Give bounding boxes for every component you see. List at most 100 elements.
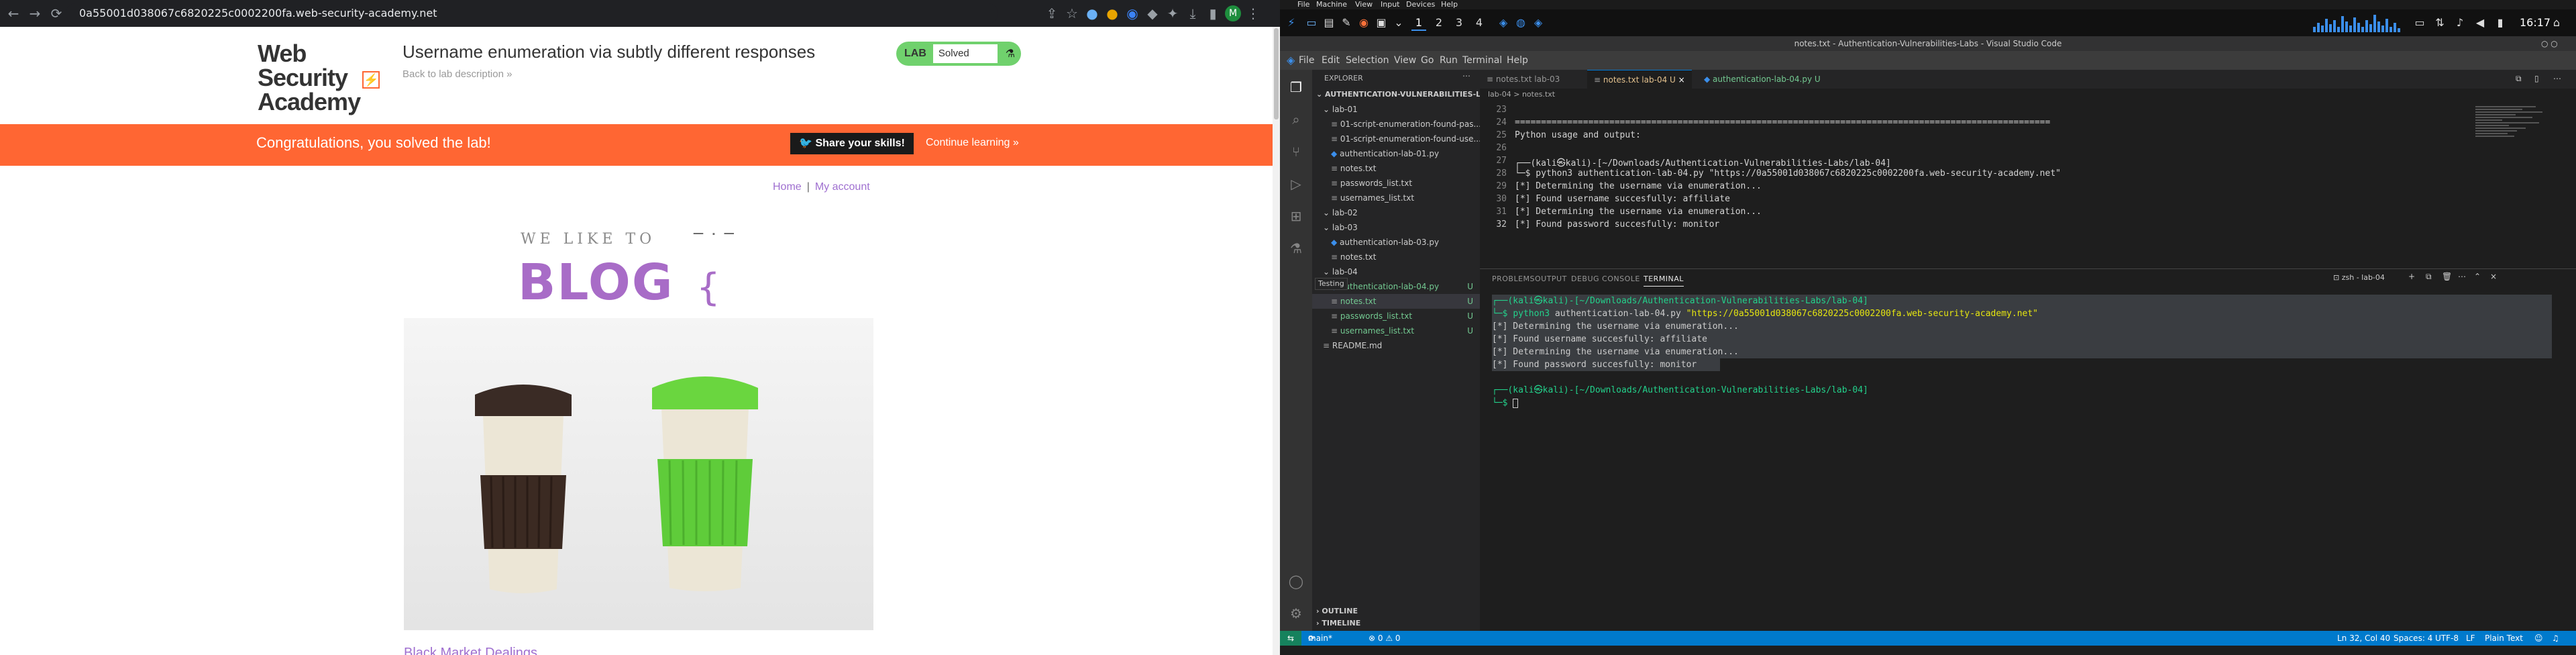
tree-file[interactable]: ≡ passwords_list.txt U (1312, 309, 1480, 323)
menu-terminal[interactable]: Terminal (1462, 51, 1502, 70)
scrollbar-thumb[interactable] (1274, 28, 1279, 119)
tree-file[interactable]: ≡ README.md (1312, 338, 1480, 353)
code-editor[interactable]: 23 24 ====================================… (1480, 101, 2576, 244)
line-ending[interactable]: LF (2466, 631, 2475, 646)
extensions-icon[interactable]: ⊞ (1288, 208, 1304, 224)
download-icon[interactable]: ⤓ (1185, 5, 1201, 21)
extension-icon[interactable]: ● (1084, 5, 1100, 21)
tab-terminal[interactable]: TERMINAL (1644, 274, 1684, 287)
vm-menu-devices[interactable]: Devices (1406, 0, 1435, 9)
new-terminal-icon[interactable]: + (2408, 272, 2415, 281)
bookmark-star-icon[interactable]: ☆ (1064, 5, 1080, 21)
display-icon[interactable]: ▭ (2412, 15, 2427, 31)
maximize-panel-icon[interactable]: ⌃ (2474, 272, 2481, 281)
extension-icon[interactable]: ● (1104, 5, 1120, 21)
forward-arrow-icon[interactable]: → (27, 5, 43, 21)
account-icon[interactable]: ◯ (1288, 573, 1304, 589)
workspace-4[interactable]: 4 (1472, 15, 1487, 31)
git-branch[interactable]: ⑂ main* ⟳ (1308, 631, 1332, 646)
bell-icon[interactable]: ♪ (2453, 15, 2467, 31)
lock-icon[interactable]: ⌂ (2549, 15, 2564, 31)
gear-icon[interactable]: ⚙ (1288, 605, 1304, 621)
chrome-task-icon[interactable]: ◍ (1513, 15, 1528, 31)
workspace-2[interactable]: 2 (1432, 15, 1446, 31)
tab-notes-lab-04[interactable]: ≡ notes.txt lab-04 U × (1587, 70, 1692, 89)
vm-menu-machine[interactable]: Machine (1316, 0, 1347, 9)
tree-folder[interactable]: ⌄ lab-03 (1312, 220, 1480, 235)
tab-debug-console[interactable]: DEBUG CONSOLE (1571, 274, 1640, 283)
menu-help[interactable]: Help (1507, 51, 1528, 70)
battery-icon[interactable]: ▮ (2493, 15, 2508, 31)
close-panel-icon[interactable]: × (2490, 272, 2497, 281)
tree-folder[interactable]: ⌄ lab-02 (1312, 205, 1480, 220)
address-bar[interactable]: 0a55001d038067c6820225c0002200fa.web-sec… (66, 3, 998, 23)
terminal-icon[interactable]: ▣ (1374, 15, 1389, 31)
layout-icon[interactable]: ▯ (2534, 74, 2539, 83)
menu-go[interactable]: Go (1421, 51, 1434, 70)
cursor-position[interactable]: Ln 32, Col 40 (2337, 631, 2390, 646)
more-actions-icon[interactable]: ⋯ (2553, 74, 2561, 83)
reload-icon[interactable]: ⟳ (48, 5, 64, 21)
menu-view[interactable]: View (1394, 51, 1416, 70)
menu-edit[interactable]: Edit (1322, 51, 1340, 70)
tree-file[interactable]: ◆ authentication-lab-03.py (1312, 235, 1480, 250)
my-account-link[interactable]: My account (815, 181, 870, 193)
home-link[interactable]: Home (773, 181, 802, 193)
profile-avatar[interactable]: M (1225, 5, 1241, 21)
web-security-academy-logo[interactable]: Web Security Academy ⚡ (258, 42, 392, 114)
vm-menu-view[interactable]: View (1355, 0, 1373, 9)
problems-count[interactable]: ⊗ 0 ⚠ 0 (1368, 631, 1401, 646)
menu-kebab-icon[interactable]: ⋮ (1245, 5, 1261, 21)
tab-problems[interactable]: PROBLEMS (1492, 274, 1535, 283)
page-scrollbar[interactable] (1273, 27, 1280, 655)
more-actions-icon[interactable]: ⋯ (2458, 272, 2466, 281)
vm-menu-input[interactable]: Input (1381, 0, 1399, 9)
tree-file[interactable]: ≡ 01-script-enumeration-found-pas... (1312, 117, 1480, 132)
extension-icon[interactable]: ◆ (1144, 5, 1161, 21)
trash-icon[interactable]: 🗑 (2442, 272, 2452, 281)
breadcrumb[interactable]: lab-04 > notes.txt (1480, 89, 2576, 101)
close-icon[interactable]: × (1678, 75, 1685, 85)
testing-icon[interactable]: ⚗ (1288, 240, 1304, 256)
timeline-header[interactable]: › TIMELINE (1312, 617, 1480, 629)
tree-file[interactable]: ≡ notes.txt (1312, 161, 1480, 176)
file-manager-icon[interactable]: ▤ (1322, 15, 1336, 31)
vscode-task-icon[interactable]: ◈ (1496, 15, 1511, 31)
workspace-1[interactable]: 1 (1411, 15, 1426, 31)
tree-file[interactable]: ≡ passwords_list.txt (1312, 176, 1480, 191)
feedback-icon[interactable]: ☺ (2534, 631, 2543, 646)
menu-run[interactable]: Run (1440, 51, 1458, 70)
minimap[interactable] (2475, 105, 2549, 152)
blog-post-image[interactable] (404, 318, 873, 630)
tab-authentication-lab-04[interactable]: ◆ authentication-lab-04.py U (1697, 70, 1827, 89)
terminal-selector[interactable]: ⊡ zsh - lab-04 (2333, 273, 2385, 282)
encoding[interactable]: UTF-8 (2435, 631, 2459, 646)
tree-file[interactable]: ≡ 01-script-enumeration-found-use... (1312, 132, 1480, 146)
terminal-output[interactable]: ┌──(kali㉿kali)-[~/Downloads/Authenticati… (1492, 295, 2552, 409)
explorer-icon[interactable]: ❐ (1288, 79, 1304, 95)
vm-menu-file[interactable]: File (1297, 0, 1309, 9)
workspace-root[interactable]: ⌄ AUTHENTICATION-VULNERABILITIES-LABS (1312, 87, 1480, 102)
more-actions-icon[interactable]: ⋯ (1462, 71, 1470, 81)
puzzle-icon[interactable]: ✦ (1165, 5, 1181, 21)
continue-learning-link[interactable]: Continue learning » (926, 137, 1019, 149)
volume-icon[interactable]: ◀ (2473, 15, 2487, 31)
split-editor-icon[interactable]: ⧉ (2516, 74, 2522, 84)
split-terminal-icon[interactable]: ⧉ (2426, 272, 2432, 282)
search-icon[interactable]: ⌕ (1288, 111, 1304, 128)
clock[interactable]: 16:17 (2520, 15, 2551, 31)
run-debug-icon[interactable]: ▷ (1288, 176, 1304, 192)
extension-icon[interactable]: ◉ (1124, 5, 1140, 21)
tab-output[interactable]: OUTPUT (1535, 274, 1567, 283)
vm-menu-help[interactable]: Help (1441, 0, 1458, 9)
vscode-task-icon[interactable]: ◈ (1531, 15, 1546, 31)
workspace-3[interactable]: 3 (1452, 15, 1466, 31)
tree-folder[interactable]: ⌄ lab-04 (1312, 264, 1480, 279)
text-editor-icon[interactable]: ✎ (1339, 15, 1354, 31)
blog-post-title-link[interactable]: Black Market Dealings (404, 646, 537, 655)
tree-file[interactable]: ≡ notes.txt U (1312, 294, 1480, 309)
network-icon[interactable]: ⇅ (2432, 15, 2447, 31)
back-arrow-icon[interactable]: ← (5, 5, 21, 21)
language-mode[interactable]: Plain Text (2485, 631, 2523, 646)
tree-file[interactable]: ≡ usernames_list.txt (1312, 191, 1480, 205)
